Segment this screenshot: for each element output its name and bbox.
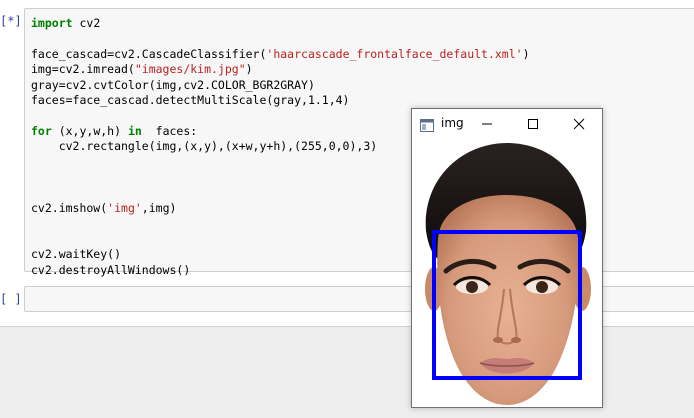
window-title: img [441,116,464,130]
cell-prompt: [*]: [0,14,29,28]
code-token: face_cascad=cv2.CascadeClassifier( [31,46,267,61]
code-token: ,img) [141,200,177,215]
code-token: cv2.imshow( [31,200,108,215]
code-token: faces: [141,123,198,138]
left-iris [466,281,478,293]
code-keyword: in [127,123,142,138]
code-string: "images/kim.jpg" [134,62,246,77]
window-titlebar[interactable]: img [412,109,602,139]
code-string: 'img' [107,200,142,215]
code-token: cv2.destroyAllWindows() [31,262,191,277]
code-token: img=cv2.imread( [31,62,135,77]
imshow-window[interactable]: img [411,108,603,408]
code-string: 'haarcascade_frontalface_default.xml' [266,46,523,61]
code-keyword: import [31,16,73,30]
close-icon [573,118,585,130]
code-token: cv2.waitKey() [31,247,122,262]
code-token: ) [522,46,530,61]
code-token: gray=cv2.cvtColor(img,cv2.COLOR_BGR2GRAY… [31,77,315,92]
face-skin [437,195,579,405]
code-token: cv2 [72,16,101,30]
minimize-icon [482,123,492,125]
minimize-button[interactable] [464,109,510,139]
code-token: ) [245,62,253,77]
close-button[interactable] [556,109,602,139]
code-token: cv2.rectangle(img,(x,y),(x+w,y+h),(255,0… [31,139,378,154]
maximize-icon [528,119,538,129]
face-photo [425,143,591,405]
image-display [412,139,602,407]
code-token: (x,y,w,h) [51,123,128,138]
cell-prompt: [ ]: [0,292,29,306]
code-token: faces=face_cascad.detectMultiScale(gray,… [31,93,350,108]
maximize-button[interactable] [510,109,556,139]
code-keyword: for [31,123,52,138]
window-app-icon [420,117,434,132]
right-iris [536,281,548,293]
